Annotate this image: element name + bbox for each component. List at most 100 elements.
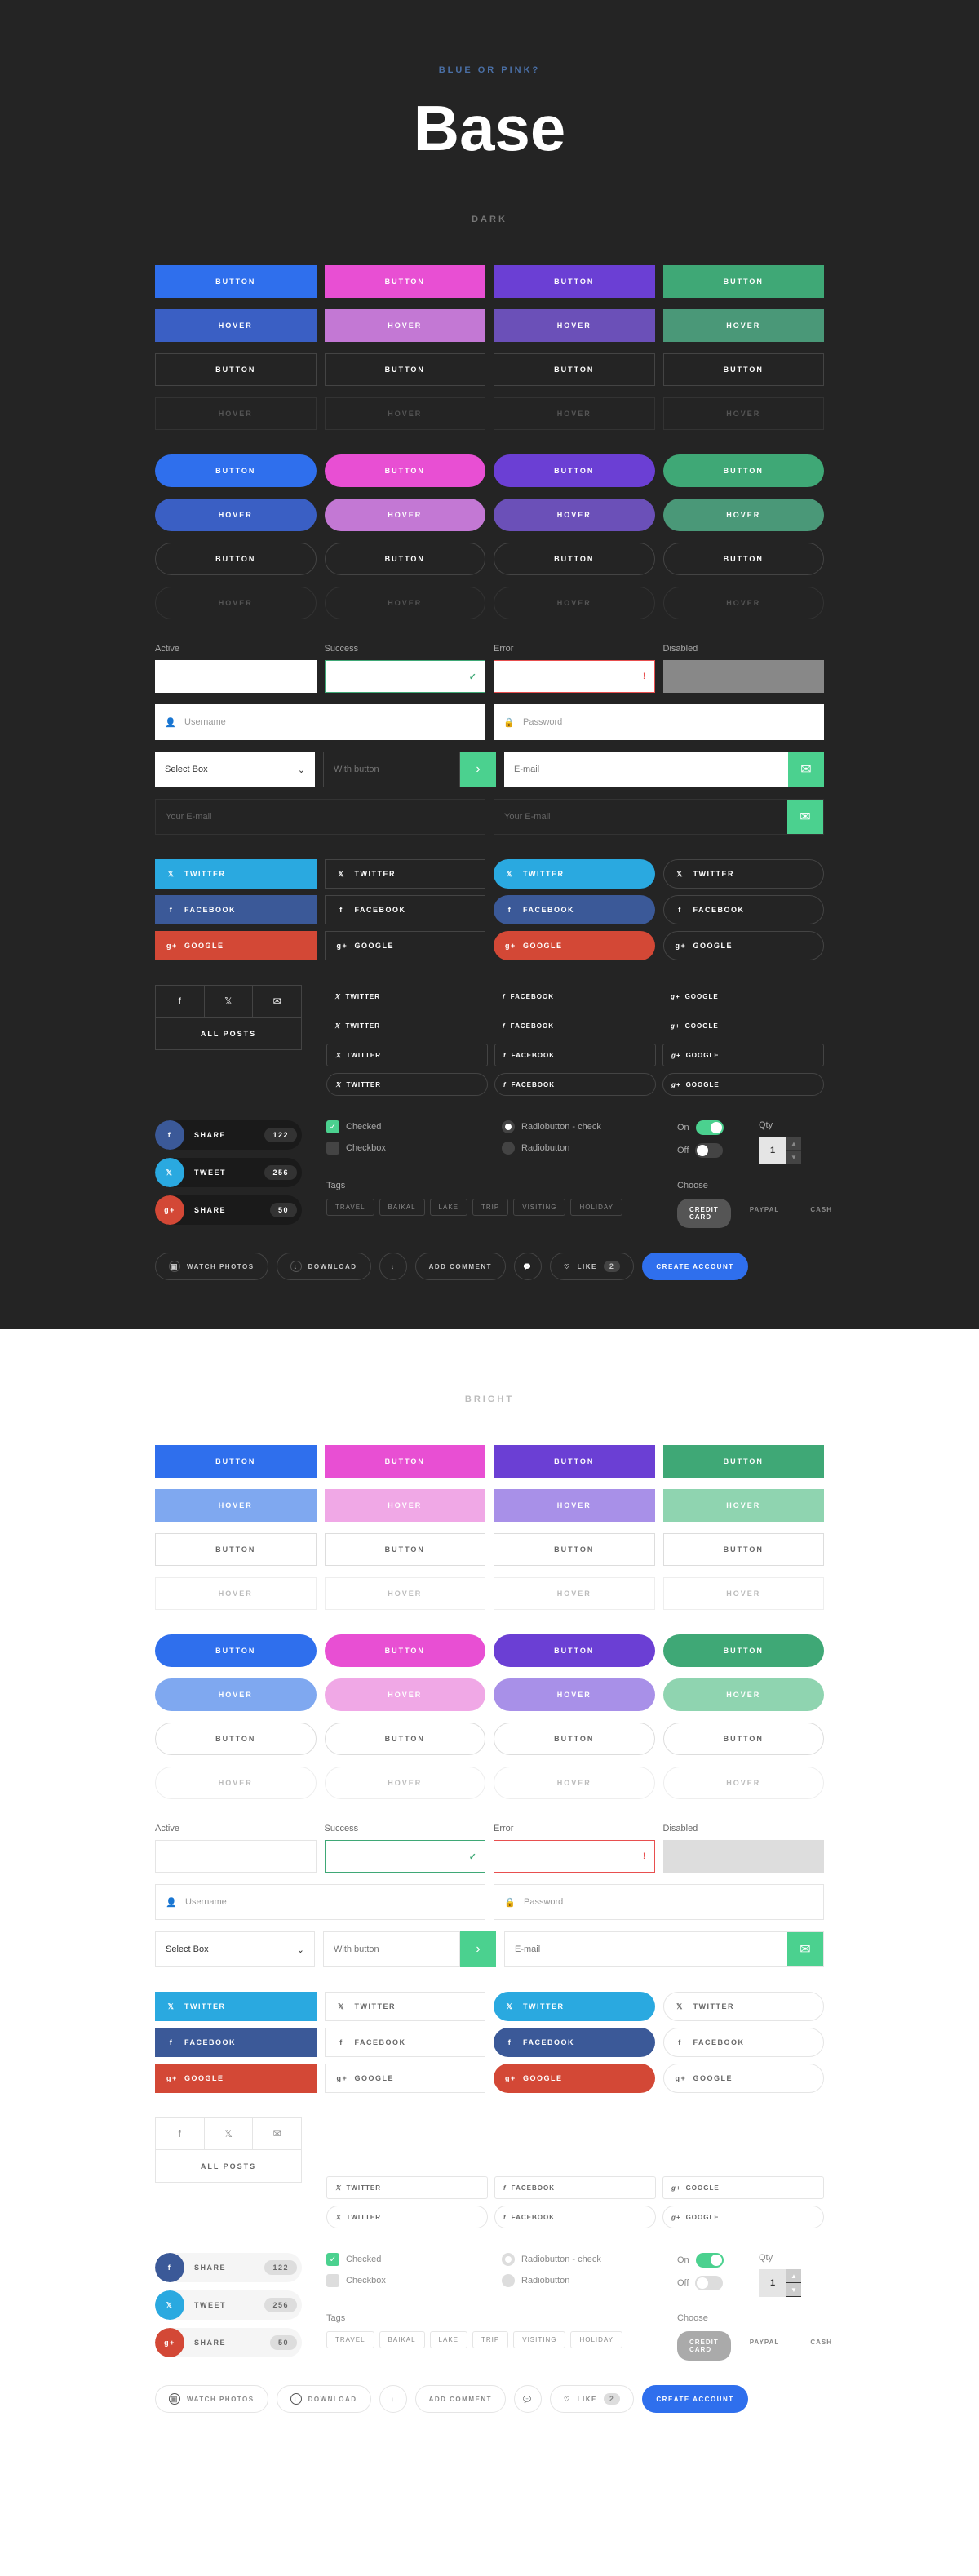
- download-icon-button[interactable]: ↓: [379, 2385, 407, 2413]
- tab-facebook[interactable]: f: [156, 986, 205, 1017]
- button-pink[interactable]: BUTTON: [325, 265, 486, 298]
- button-pill-ghost-hover[interactable]: HOVER: [494, 1767, 655, 1799]
- select-box[interactable]: Select Box⌄: [155, 1931, 315, 1967]
- twitter-outline-button[interactable]: 𝕏TWITTER: [325, 859, 486, 889]
- facebook-pill-button[interactable]: fFACEBOOK: [494, 2028, 655, 2057]
- with-button-input[interactable]: [323, 1931, 460, 1967]
- google-outline-button[interactable]: g+GOOGLE: [325, 2064, 486, 2093]
- button-outline[interactable]: BUTTON: [663, 353, 825, 386]
- tag[interactable]: HOLIDAY: [570, 1199, 622, 1216]
- button-blue[interactable]: BUTTON: [155, 265, 317, 298]
- button-purple[interactable]: BUTTON: [494, 1445, 655, 1478]
- button-pill-outline[interactable]: BUTTON: [155, 1723, 317, 1755]
- input-error[interactable]: !: [494, 660, 655, 693]
- toggle-off[interactable]: [695, 1143, 723, 1158]
- tab-twitter[interactable]: 𝕏: [205, 986, 254, 1017]
- tag[interactable]: TRAVEL: [326, 2331, 374, 2348]
- email-field[interactable]: ✉: [504, 1931, 824, 1967]
- google-pill-outline-button[interactable]: g+GOOGLE: [663, 931, 825, 960]
- google-pill-button[interactable]: g+GOOGLE: [494, 931, 655, 960]
- mini-facebook-pill[interactable]: fFACEBOOK: [494, 2147, 656, 2170]
- create-account-button[interactable]: CREATE ACCOUNT: [642, 2385, 747, 2413]
- button-outline[interactable]: BUTTON: [325, 353, 486, 386]
- mini-google-pill-outline[interactable]: g+GOOGLE: [662, 2206, 824, 2228]
- input-error[interactable]: !: [494, 1840, 655, 1873]
- facebook-pill-outline-button[interactable]: fFACEBOOK: [663, 2028, 825, 2057]
- mail-button[interactable]: ✉: [788, 752, 824, 787]
- twitter-pill-button[interactable]: 𝕏TWITTER: [494, 859, 655, 889]
- email-input[interactable]: [504, 752, 788, 787]
- facebook-outline-button[interactable]: fFACEBOOK: [325, 2028, 486, 2057]
- mini-facebook[interactable]: fFACEBOOK: [494, 985, 656, 1008]
- all-posts-button[interactable]: ALL POSTS: [155, 1018, 302, 1050]
- button-ghost-hover[interactable]: HOVER: [494, 1577, 655, 1610]
- mini-twitter-outline[interactable]: 𝕏TWITTER: [326, 2176, 488, 2199]
- google-pill-button[interactable]: g+GOOGLE: [494, 2064, 655, 2093]
- qty-up[interactable]: ▲: [786, 2269, 801, 2283]
- input-active[interactable]: [155, 660, 317, 693]
- mini-google[interactable]: g+GOOGLE: [662, 2117, 824, 2140]
- button-pill-pink-hover[interactable]: HOVER: [325, 1678, 486, 1711]
- checkbox[interactable]: [326, 1142, 339, 1155]
- qty-down[interactable]: ▼: [786, 1151, 801, 1164]
- button-pill-blue[interactable]: BUTTON: [155, 454, 317, 487]
- twitter-pill-outline-button[interactable]: 𝕏TWITTER: [663, 859, 825, 889]
- choice-cash[interactable]: CASH: [798, 1199, 844, 1228]
- button-pill-outline[interactable]: BUTTON: [663, 1723, 825, 1755]
- select-box[interactable]: Select Box⌄: [155, 752, 315, 787]
- download-button[interactable]: ↓DOWNLOAD: [277, 2385, 371, 2413]
- password-field[interactable]: 🔒Password: [494, 704, 824, 740]
- button-green[interactable]: BUTTON: [663, 1445, 825, 1478]
- button-pill-purple-hover[interactable]: HOVER: [494, 499, 655, 531]
- input-success[interactable]: ✓: [325, 1840, 486, 1873]
- button-pill-purple[interactable]: BUTTON: [494, 1634, 655, 1667]
- twitter-button[interactable]: 𝕏TWITTER: [155, 859, 317, 889]
- email-field[interactable]: ✉: [504, 752, 824, 787]
- mini-twitter-pill-outline[interactable]: 𝕏TWITTER: [326, 2206, 488, 2228]
- mini-google-pill-outline[interactable]: g+GOOGLE: [662, 1073, 824, 1096]
- tab-facebook[interactable]: f: [156, 2118, 205, 2149]
- toggle-off[interactable]: [695, 2276, 723, 2290]
- ghost-email-with-button[interactable]: Your E-mail✉: [494, 799, 824, 835]
- download-button[interactable]: ↓DOWNLOAD: [277, 1253, 371, 1280]
- comment-icon-button[interactable]: 💬: [514, 1253, 542, 1280]
- mini-google[interactable]: g+GOOGLE: [662, 985, 824, 1008]
- tag[interactable]: VISITING: [513, 1199, 565, 1216]
- button-pink-hover[interactable]: HOVER: [325, 1489, 486, 1522]
- button-ghost-hover[interactable]: HOVER: [663, 397, 825, 430]
- button-outline[interactable]: BUTTON: [155, 1533, 317, 1566]
- button-pink-hover[interactable]: HOVER: [325, 309, 486, 342]
- facebook-button[interactable]: fFACEBOOK: [155, 895, 317, 924]
- password-field[interactable]: 🔒Password: [494, 1884, 824, 1920]
- button-pill-green-hover[interactable]: HOVER: [663, 1678, 825, 1711]
- button-purple-hover[interactable]: HOVER: [494, 1489, 655, 1522]
- button-pill-purple-hover[interactable]: HOVER: [494, 1678, 655, 1711]
- button-outline[interactable]: BUTTON: [494, 1533, 655, 1566]
- tag[interactable]: TRIP: [472, 1199, 508, 1216]
- choice-paypal[interactable]: PAYPAL: [738, 2331, 792, 2361]
- choice-credit-card[interactable]: CREDIT CARD: [677, 1199, 731, 1228]
- input-with-button[interactable]: ›: [323, 1931, 496, 1967]
- choice-paypal[interactable]: PAYPAL: [738, 1199, 792, 1228]
- twitter-outline-button[interactable]: 𝕏TWITTER: [325, 1992, 486, 2021]
- qty-stepper[interactable]: 1▲▼: [759, 1137, 824, 1164]
- tag[interactable]: BAIKAL: [379, 2331, 425, 2348]
- share-facebook[interactable]: fSHARE122: [155, 2253, 302, 2282]
- mini-twitter[interactable]: 𝕏TWITTER: [326, 985, 488, 1008]
- checkbox-checked[interactable]: ✓: [326, 2253, 339, 2266]
- input-with-button[interactable]: ›: [323, 752, 496, 787]
- button-green-hover[interactable]: HOVER: [663, 309, 825, 342]
- tag[interactable]: TRIP: [472, 2331, 508, 2348]
- tab-mail[interactable]: ✉: [253, 986, 301, 1017]
- button-outline[interactable]: BUTTON: [494, 353, 655, 386]
- username-field[interactable]: 👤Username: [155, 704, 485, 740]
- button-outline[interactable]: BUTTON: [325, 1533, 486, 1566]
- button-pill-blue-hover[interactable]: HOVER: [155, 499, 317, 531]
- button-purple[interactable]: BUTTON: [494, 265, 655, 298]
- twitter-pill-outline-button[interactable]: 𝕏TWITTER: [663, 1992, 825, 2021]
- comment-icon-button[interactable]: 💬: [514, 2385, 542, 2413]
- input-active[interactable]: [155, 1840, 317, 1873]
- button-pill-outline[interactable]: BUTTON: [663, 543, 825, 575]
- tab-twitter[interactable]: 𝕏: [205, 2118, 254, 2149]
- mini-twitter-outline[interactable]: 𝕏TWITTER: [326, 1044, 488, 1066]
